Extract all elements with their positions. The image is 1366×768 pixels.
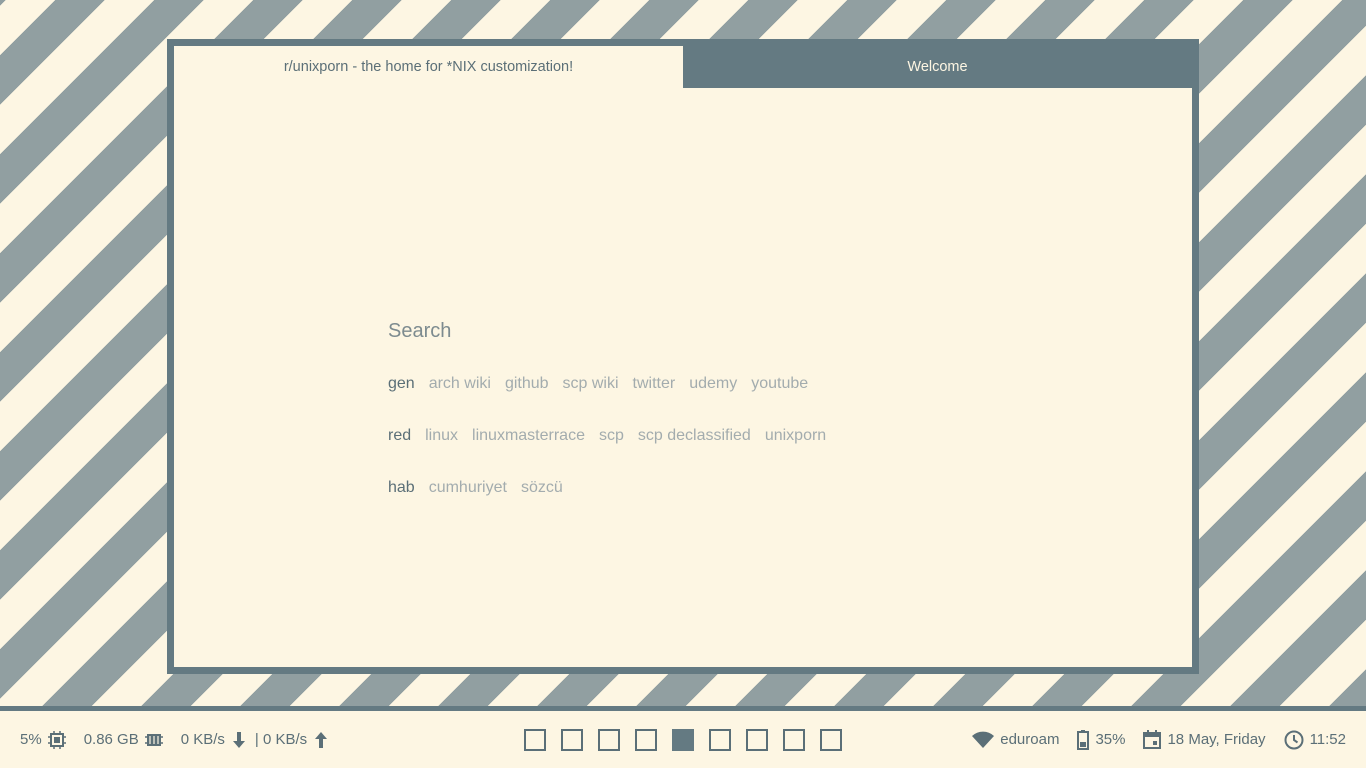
group-label: red (388, 427, 412, 444)
memory-module: 0.86 GB (84, 731, 163, 749)
battery-module: 35% (1077, 729, 1126, 750)
link-youtube[interactable]: youtube (751, 375, 808, 393)
memory-usage: 0.86 GB (83, 731, 139, 748)
arrow-down-icon (232, 731, 245, 748)
network-module: 0 KB/s | 0 KB/s (181, 731, 329, 749)
date-module[interactable]: 18 May, Friday (1143, 730, 1266, 749)
browser-window: r/unixporn - the home for *NIX customiza… (167, 39, 1199, 674)
tab-welcome[interactable]: Welcome (683, 46, 1192, 88)
workspace-2[interactable] (561, 728, 583, 751)
date-text: 18 May, Friday (1167, 731, 1266, 748)
link-scp[interactable]: scp (599, 427, 624, 445)
link-twitter[interactable]: twitter (633, 375, 676, 393)
link-cumhuriyet[interactable]: cumhuriyet (429, 479, 507, 497)
clock-module[interactable]: 11:52 (1284, 730, 1346, 750)
link-group-hab: hab cumhuriyet sözcü (388, 479, 577, 497)
workspace-9[interactable] (820, 728, 842, 751)
calendar-icon (1143, 730, 1162, 749)
time-text: 11:52 (1309, 731, 1346, 748)
workspace-switcher (524, 711, 857, 768)
workspace-6[interactable] (709, 728, 731, 751)
battery-icon (1077, 729, 1090, 750)
net-down-speed: 0 KB/s (180, 731, 225, 748)
battery-level: 35% (1095, 731, 1126, 748)
link-udemy[interactable]: udemy (689, 375, 737, 393)
startpage: gen arch wiki github scp wiki twitter ud… (174, 88, 1192, 667)
workspace-4[interactable] (635, 728, 657, 751)
link-github[interactable]: github (505, 375, 549, 393)
workspace-8[interactable] (783, 728, 805, 751)
link-arch-wiki[interactable]: arch wiki (429, 375, 491, 393)
link-linux[interactable]: linux (425, 427, 458, 445)
link-unixporn[interactable]: unixporn (765, 427, 826, 445)
status-bar: 5% 0.86 GB 0 KB/s | 0 KB/s eduroam 35% 1… (0, 706, 1366, 768)
group-label: gen (388, 375, 415, 392)
group-label: hab (388, 479, 415, 496)
workspace-3[interactable] (598, 728, 620, 751)
net-up-speed: | 0 KB/s (254, 731, 308, 748)
clock-icon (1284, 730, 1304, 749)
link-linuxmasterrace[interactable]: linuxmasterrace (472, 427, 585, 445)
memory-icon (144, 733, 163, 746)
link-sozcu[interactable]: sözcü (521, 479, 563, 497)
tab-unixporn[interactable]: r/unixporn - the home for *NIX customiza… (174, 46, 683, 88)
arrow-up-icon (315, 731, 328, 748)
link-group-gen: gen arch wiki github scp wiki twitter ud… (388, 375, 822, 393)
search-input[interactable] (388, 320, 788, 343)
workspace-1[interactable] (524, 728, 546, 751)
workspace-7[interactable] (746, 728, 768, 751)
link-scp-declassified[interactable]: scp declassified (638, 427, 751, 445)
cpu-usage: 5% (20, 731, 42, 748)
wifi-module[interactable]: eduroam (972, 731, 1059, 749)
wifi-icon (972, 731, 995, 748)
link-group-red: red linux linuxmasterrace scp scp declas… (388, 427, 840, 445)
wifi-ssid: eduroam (1000, 731, 1060, 748)
workspace-5[interactable] (672, 728, 694, 751)
cpu-module: 5% (20, 730, 66, 749)
tab-bar: r/unixporn - the home for *NIX customiza… (174, 46, 1192, 88)
link-scp-wiki[interactable]: scp wiki (563, 375, 619, 393)
cpu-icon (47, 730, 66, 749)
